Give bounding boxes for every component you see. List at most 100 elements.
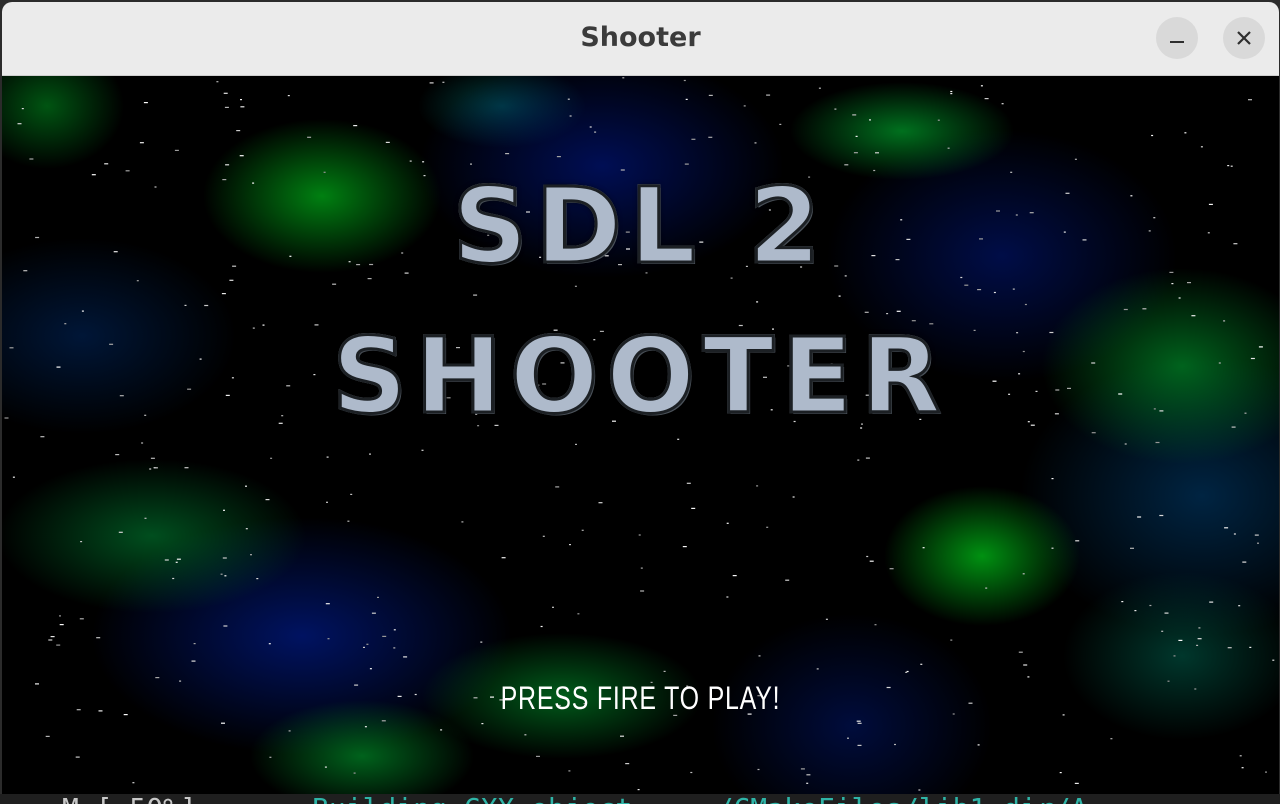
star [708, 136, 713, 138]
star [524, 734, 527, 736]
star [866, 555, 869, 558]
star [240, 106, 245, 108]
star [920, 663, 923, 665]
star [806, 782, 809, 784]
star [552, 606, 554, 608]
star [377, 596, 379, 598]
close-button[interactable] [1223, 17, 1265, 59]
star [906, 670, 909, 673]
star [268, 643, 271, 645]
star [806, 774, 811, 776]
star [947, 147, 950, 149]
star [834, 108, 837, 110]
star [1184, 132, 1187, 134]
star [536, 755, 540, 757]
star [800, 768, 805, 770]
star [857, 744, 862, 746]
star [421, 449, 424, 451]
star [977, 289, 982, 291]
star [540, 625, 543, 628]
star [347, 520, 350, 522]
star [1051, 478, 1054, 480]
star [889, 568, 894, 570]
title-bar[interactable]: Shooter [2, 2, 1279, 76]
star [1012, 288, 1015, 290]
star [1249, 646, 1252, 648]
star [589, 126, 592, 128]
star [865, 457, 870, 459]
star [1134, 610, 1137, 612]
star [40, 436, 45, 438]
star [1171, 283, 1174, 285]
star [1265, 771, 1267, 773]
star [1209, 601, 1214, 603]
star [894, 743, 896, 746]
star [1137, 516, 1142, 518]
star [1130, 547, 1134, 549]
star [250, 554, 252, 556]
game-title-line1: SDL 2 [2, 170, 1279, 283]
star [144, 517, 147, 519]
star [1151, 134, 1154, 137]
star [369, 668, 372, 670]
star [353, 125, 358, 127]
star [1059, 772, 1062, 774]
star [191, 660, 196, 662]
star [1074, 782, 1079, 784]
star [21, 108, 24, 110]
star [48, 639, 53, 641]
star [683, 79, 686, 82]
star [220, 573, 223, 575]
star [844, 164, 849, 166]
star [785, 579, 790, 581]
star [1224, 527, 1229, 529]
star [856, 720, 861, 722]
star [225, 164, 230, 166]
star [1239, 755, 1242, 757]
star [184, 304, 187, 306]
star [224, 106, 229, 108]
star [625, 763, 630, 765]
star [223, 509, 225, 511]
star [1022, 573, 1025, 575]
star [270, 457, 273, 459]
star [184, 467, 189, 469]
star [568, 770, 571, 772]
star [640, 590, 645, 592]
star [594, 131, 597, 133]
close-icon [1237, 31, 1251, 45]
star [141, 442, 144, 444]
star [825, 618, 828, 620]
star [677, 438, 680, 440]
star [964, 284, 969, 286]
star [132, 782, 135, 784]
star [204, 304, 209, 307]
game-viewport[interactable]: SDL 2 SHOOTER PRESS FIRE TO PLAY! [2, 76, 1279, 796]
star [980, 85, 983, 87]
star [59, 624, 64, 626]
star [1241, 767, 1244, 769]
star [239, 155, 244, 157]
star [743, 105, 746, 107]
star [542, 535, 545, 537]
star [221, 293, 226, 295]
star [1074, 158, 1077, 160]
star [245, 485, 247, 487]
minimize-icon [1170, 41, 1184, 43]
star [45, 735, 50, 737]
star [1110, 738, 1113, 740]
star [732, 575, 737, 577]
star [937, 119, 940, 121]
star [555, 486, 560, 488]
star [123, 714, 128, 716]
star [1254, 534, 1259, 536]
star [569, 544, 571, 546]
star [874, 624, 877, 626]
star [176, 558, 181, 560]
star [1230, 165, 1233, 167]
minimize-button[interactable] [1156, 17, 1198, 59]
star [556, 156, 561, 158]
star [17, 123, 22, 125]
star [366, 643, 369, 645]
star [757, 768, 760, 771]
